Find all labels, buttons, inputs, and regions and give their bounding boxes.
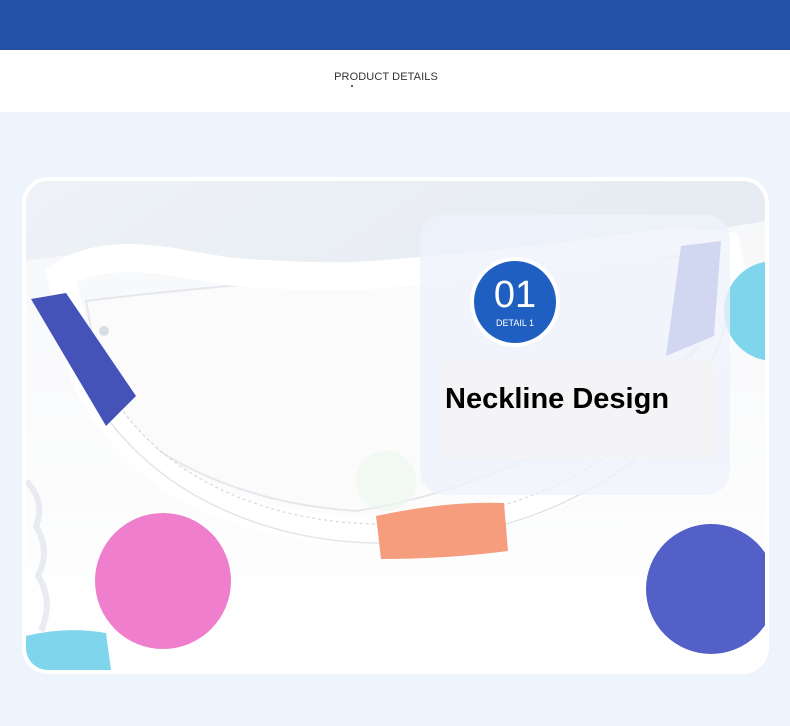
detail-title-box: Neckline Design: [441, 361, 714, 459]
detail-title: Neckline Design: [445, 383, 670, 415]
detail-badge: 01 DETAIL 1: [474, 261, 556, 343]
detail-number: 01: [493, 274, 537, 316]
header-dot: [351, 85, 353, 87]
section-header: PRODUCT DETAILS: [0, 50, 790, 112]
detail-label: DETAIL 1: [495, 318, 534, 328]
section-title: PRODUCT DETAILS: [334, 71, 438, 83]
top-banner: [0, 0, 790, 50]
